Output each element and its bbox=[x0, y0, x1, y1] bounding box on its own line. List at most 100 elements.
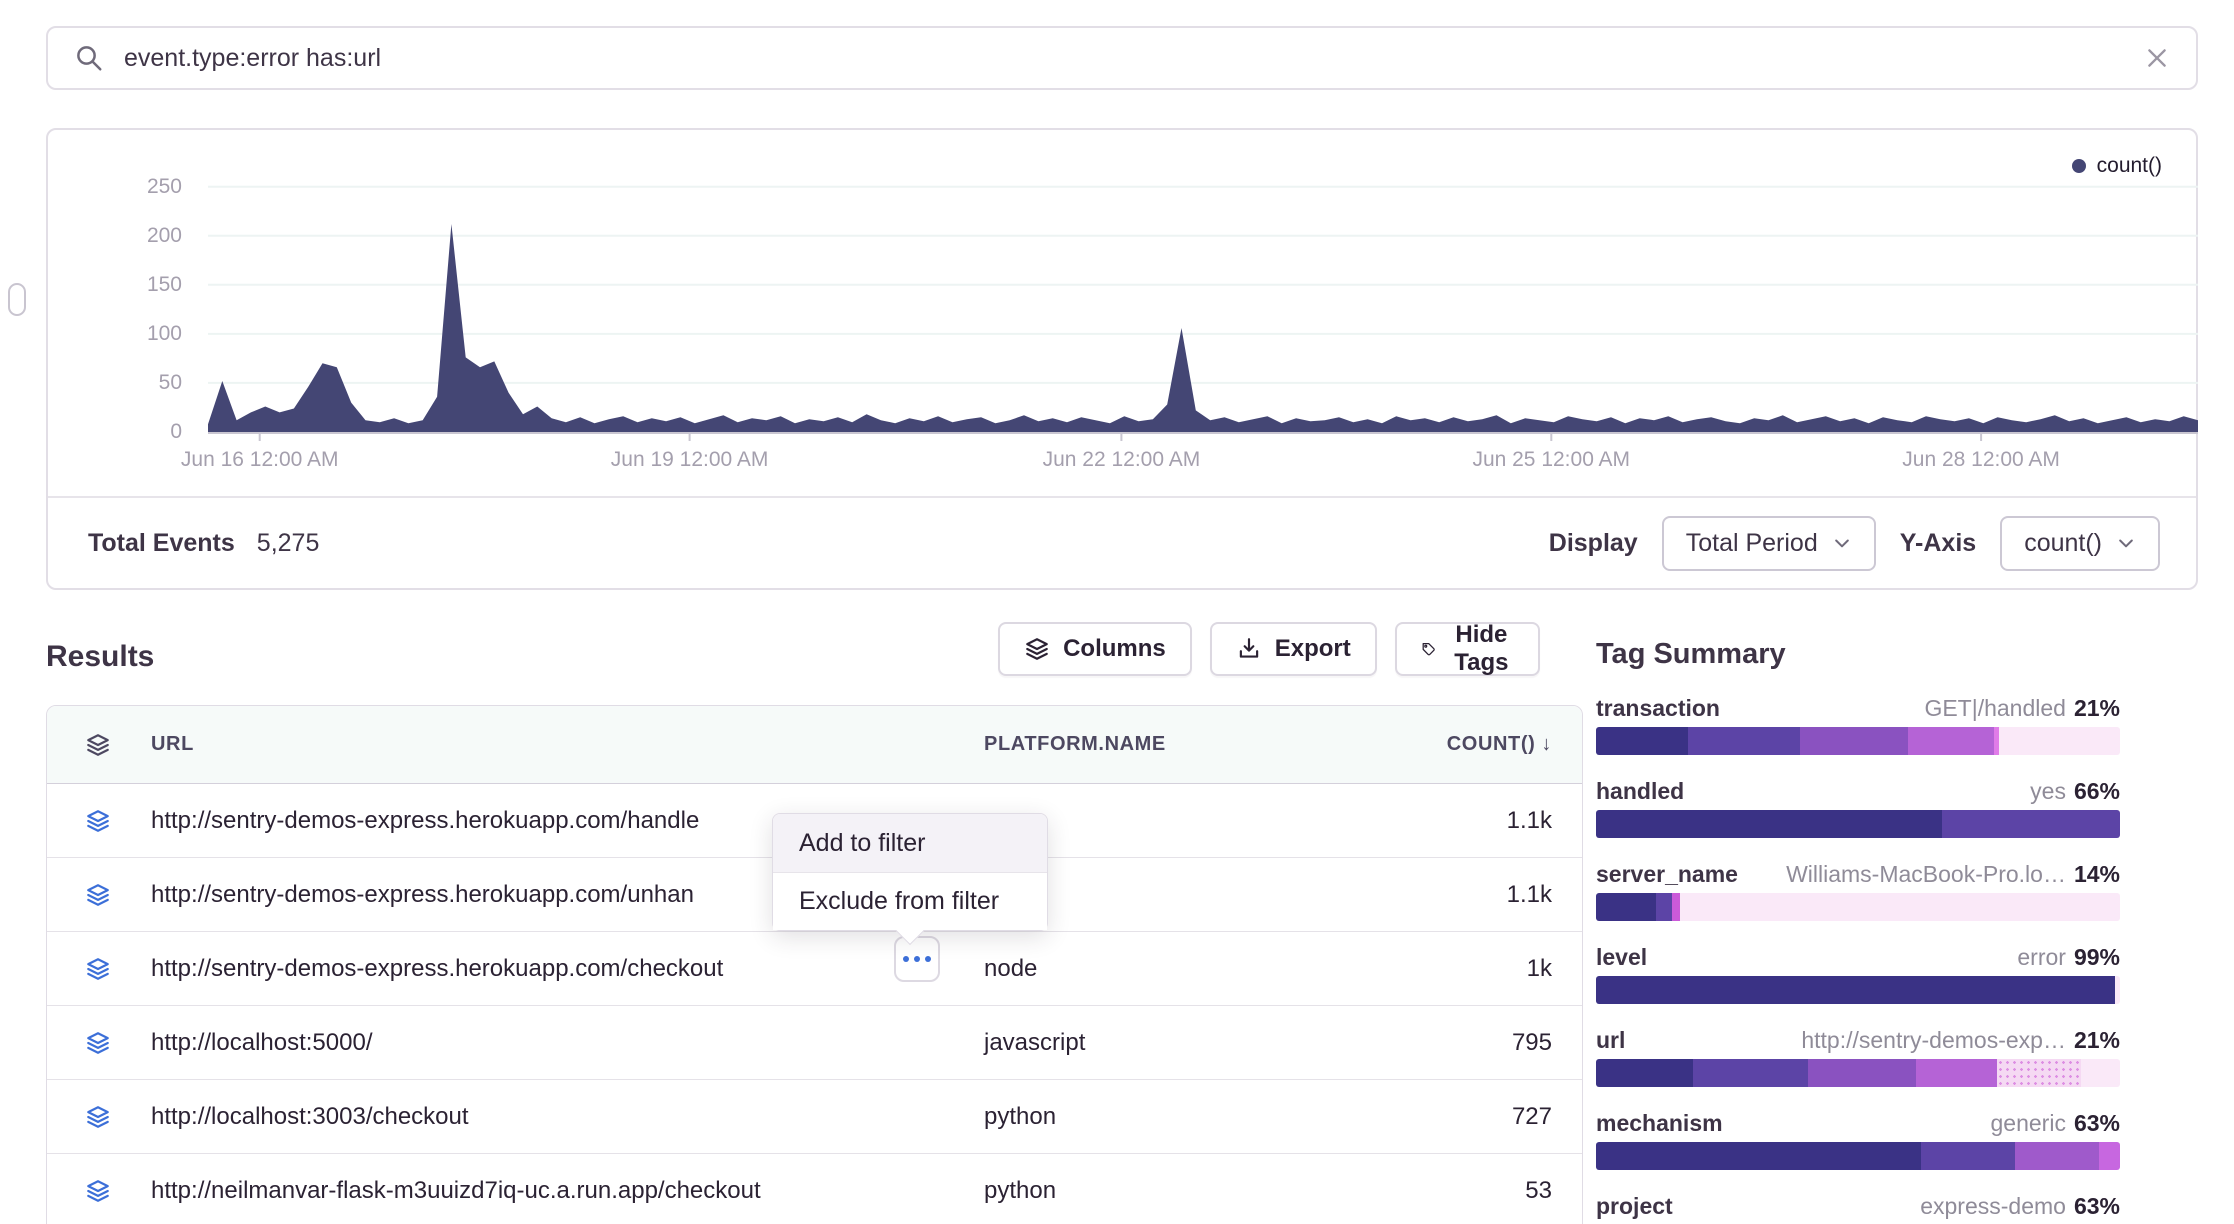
tag-name: url bbox=[1596, 1027, 1625, 1053]
hide-tags-button-label: Hide Tags bbox=[1449, 621, 1514, 677]
export-button[interactable]: Export bbox=[1210, 622, 1377, 676]
tag-top-value: GET|/handled21% bbox=[1924, 695, 2120, 721]
tag-bar-segment[interactable] bbox=[2099, 1142, 2120, 1170]
tag-bar-segment[interactable] bbox=[1596, 727, 1688, 755]
table-row[interactable]: http://sentry-demos-express.herokuapp.co… bbox=[47, 932, 1582, 1006]
export-button-label: Export bbox=[1275, 635, 1351, 663]
table-row[interactable]: http://localhost:5000/ javascript 795 bbox=[47, 1006, 1582, 1080]
tag-bar-segment[interactable] bbox=[1997, 1059, 2081, 1087]
tag-bar-segment[interactable] bbox=[1596, 1142, 1921, 1170]
tag-bar-segment[interactable] bbox=[1942, 810, 2120, 838]
tag-name: transaction bbox=[1596, 695, 1720, 721]
tag-name: handled bbox=[1596, 778, 1684, 804]
tag-top-value: express-demo63% bbox=[1920, 1193, 2120, 1219]
chevron-down-icon bbox=[2116, 533, 2136, 553]
tag-bar-segment[interactable] bbox=[2081, 1059, 2120, 1087]
stack-icon bbox=[85, 882, 151, 908]
tag-bar-segment[interactable] bbox=[1908, 727, 1994, 755]
display-dropdown-value: Total Period bbox=[1686, 529, 1818, 558]
tag-block-transaction: transaction GET|/handled21% bbox=[1596, 695, 2120, 755]
tag-block-server-name: server_name Williams-MacBook-Pro.lo…14% bbox=[1596, 861, 2120, 921]
yaxis-dropdown-value: count() bbox=[2024, 529, 2102, 558]
display-dropdown[interactable]: Total Period bbox=[1662, 516, 1876, 571]
url-cell[interactable]: http://localhost:3003/checkout bbox=[151, 1103, 984, 1131]
y-tick-label: 250 bbox=[147, 175, 182, 199]
tag-bar-segment[interactable] bbox=[1808, 1059, 1915, 1087]
tag-percent: 99% bbox=[2074, 944, 2120, 970]
stack-icon bbox=[85, 808, 151, 834]
table-row[interactable]: http://localhost:3003/checkout python 72… bbox=[47, 1080, 1582, 1154]
sort-desc-icon: ↓ bbox=[1541, 733, 1552, 756]
ellipsis-dot bbox=[925, 956, 931, 962]
x-tick-label: Jun 25 12:00 AM bbox=[1472, 448, 1630, 472]
tag-distribution-bar[interactable] bbox=[1596, 893, 2120, 921]
display-label: Display bbox=[1549, 529, 1638, 558]
menu-item-add-to-filter[interactable]: Add to filter bbox=[773, 814, 1047, 872]
count-cell: 1k bbox=[1424, 955, 1552, 983]
tag-bar-segment[interactable] bbox=[1693, 1059, 1808, 1087]
tag-bar-segment[interactable] bbox=[1596, 1059, 1693, 1087]
count-cell: 1.1k bbox=[1424, 807, 1552, 835]
tag-icon bbox=[1421, 636, 1436, 662]
tag-bar-segment[interactable] bbox=[1680, 893, 2120, 921]
count-cell: 727 bbox=[1424, 1103, 1552, 1131]
results-heading: Results bbox=[46, 640, 154, 674]
hide-tags-button[interactable]: Hide Tags bbox=[1395, 622, 1540, 676]
tag-bar-segment[interactable] bbox=[2015, 1142, 2099, 1170]
discover-page: count() 050100150200250 Jun 16 12:00 AMJ… bbox=[0, 0, 2234, 1224]
stack-icon bbox=[85, 1178, 151, 1204]
stack-icon bbox=[85, 956, 151, 982]
tag-bar-segment[interactable] bbox=[1672, 893, 1680, 921]
y-tick-label: 0 bbox=[170, 420, 182, 444]
chart-y-axis-labels: 050100150200250 bbox=[48, 172, 196, 442]
download-icon bbox=[1236, 636, 1262, 662]
url-cell[interactable]: http://neilmanvar-flask-m3uuizd7iq-uc.a.… bbox=[151, 1177, 984, 1205]
tag-bar-segment[interactable] bbox=[1999, 727, 2120, 755]
cell-actions-button[interactable] bbox=[894, 936, 940, 982]
tag-bar-segment[interactable] bbox=[2115, 976, 2120, 1004]
column-header-count[interactable]: COUNT() ↓ bbox=[1424, 733, 1552, 756]
stack-icon[interactable] bbox=[85, 732, 151, 758]
yaxis-dropdown[interactable]: count() bbox=[2000, 516, 2160, 571]
tag-distribution-bar[interactable] bbox=[1596, 1059, 2120, 1087]
events-chart-panel: count() 050100150200250 Jun 16 12:00 AMJ… bbox=[46, 128, 2198, 590]
tag-distribution-bar[interactable] bbox=[1596, 727, 2120, 755]
events-area-chart[interactable] bbox=[208, 172, 2198, 442]
tag-bar-segment[interactable] bbox=[1800, 727, 1907, 755]
table-row[interactable]: http://neilmanvar-flask-m3uuizd7iq-uc.a.… bbox=[47, 1154, 1582, 1224]
url-cell[interactable]: http://localhost:5000/ bbox=[151, 1029, 984, 1057]
platform-cell: javascript bbox=[984, 1029, 1424, 1057]
tag-summary-title: Tag Summary bbox=[1596, 638, 2120, 671]
platform-cell: python bbox=[984, 1177, 1424, 1205]
tag-block-url: url http://sentry-demos-exp…21% bbox=[1596, 1027, 2120, 1087]
ellipsis-dot bbox=[903, 956, 909, 962]
tag-distribution-bar[interactable] bbox=[1596, 1142, 2120, 1170]
tag-top-value: Williams-MacBook-Pro.lo…14% bbox=[1786, 861, 2120, 887]
y-tick-label: 50 bbox=[159, 371, 182, 395]
column-header-platform[interactable]: PLATFORM.NAME bbox=[984, 733, 1424, 756]
columns-button[interactable]: Columns bbox=[998, 622, 1192, 676]
tag-bar-segment[interactable] bbox=[1916, 1059, 1997, 1087]
tag-percent: 21% bbox=[2074, 1027, 2120, 1053]
tag-top-value: http://sentry-demos-exp…21% bbox=[1801, 1027, 2120, 1053]
tag-top-value: yes66% bbox=[2030, 778, 2120, 804]
tag-distribution-bar[interactable] bbox=[1596, 810, 2120, 838]
column-header-url[interactable]: URL bbox=[151, 733, 984, 756]
cell-actions-menu: Add to filter Exclude from filter bbox=[772, 813, 1048, 931]
results-toolbar: Columns Export Hide Tags bbox=[1046, 622, 1540, 676]
tag-bar-segment[interactable] bbox=[1656, 893, 1672, 921]
url-cell[interactable]: http://sentry-demos-express.herokuapp.co… bbox=[151, 955, 984, 983]
tag-bar-segment[interactable] bbox=[1688, 727, 1801, 755]
tag-name: mechanism bbox=[1596, 1110, 1723, 1136]
stack-icon bbox=[85, 1104, 151, 1130]
tag-bar-segment[interactable] bbox=[1596, 893, 1656, 921]
tag-bar-segment[interactable] bbox=[1596, 976, 2115, 1004]
clear-search-icon[interactable] bbox=[2144, 45, 2170, 71]
search-input[interactable] bbox=[124, 44, 2144, 73]
tag-bar-segment[interactable] bbox=[1596, 810, 1942, 838]
count-cell: 1.1k bbox=[1424, 881, 1552, 909]
tag-bar-segment[interactable] bbox=[1921, 1142, 2015, 1170]
sidebar-drag-handle[interactable] bbox=[8, 283, 26, 316]
tag-distribution-bar[interactable] bbox=[1596, 976, 2120, 1004]
stack-icon bbox=[85, 1030, 151, 1056]
